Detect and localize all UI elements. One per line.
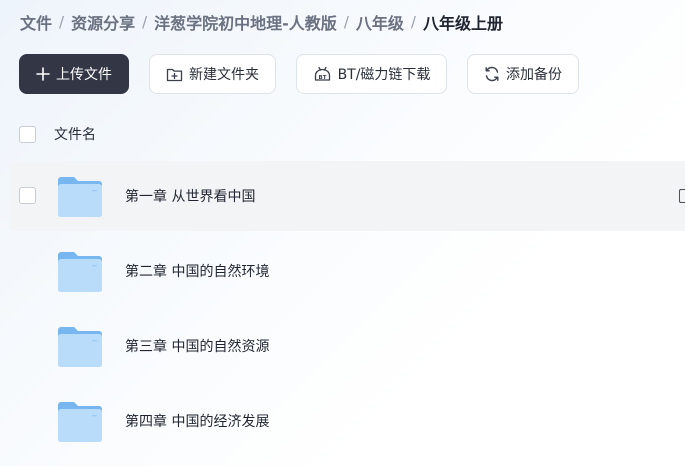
- bt-magnet-icon: BT: [314, 66, 330, 81]
- column-header-filename[interactable]: 文件名: [54, 124, 96, 144]
- file-name[interactable]: 第三章 中国的自然资源: [125, 336, 269, 356]
- folder-icon: [58, 327, 102, 367]
- svg-text:BT: BT: [318, 75, 326, 81]
- breadcrumb-separator: /: [59, 13, 65, 31]
- new-folder-button[interactable]: 新建文件夹: [149, 54, 276, 94]
- bt-magnet-download-button-label: BT/磁力链下载: [337, 67, 431, 83]
- file-list-header: 文件名: [19, 124, 96, 144]
- folder-icon: [58, 177, 102, 217]
- new-folder-button-label: 新建文件夹: [189, 67, 259, 83]
- breadcrumb-separator: /: [142, 13, 148, 31]
- file-row[interactable]: 第三章 中国的自然资源: [9, 311, 685, 381]
- breadcrumb-separator: /: [343, 13, 349, 31]
- upload-button-label: 上传文件: [56, 67, 112, 83]
- breadcrumb-separator: /: [410, 13, 416, 31]
- upload-button[interactable]: 上传文件: [19, 54, 129, 94]
- sync-backup-icon: [485, 66, 499, 82]
- select-all-checkbox[interactable]: [19, 125, 36, 143]
- breadcrumb-item-shared[interactable]: 资源分享: [71, 10, 135, 34]
- file-name[interactable]: 第一章 从世界看中国: [125, 186, 255, 206]
- breadcrumb-item-current: 八年级上册: [422, 14, 503, 33]
- file-row[interactable]: 第四章 中国的经济发展: [9, 386, 685, 456]
- breadcrumb-item-course[interactable]: 洋葱学院初中地理-人教版: [154, 10, 337, 34]
- add-backup-button[interactable]: 添加备份: [467, 54, 579, 94]
- file-row[interactable]: 第二章 中国的自然环境: [9, 236, 685, 306]
- breadcrumb-item-files[interactable]: 文件: [20, 10, 52, 34]
- bt-magnet-download-button[interactable]: BT BT/磁力链下载: [296, 54, 447, 94]
- plus-icon: [36, 67, 50, 81]
- file-name[interactable]: 第四章 中国的经济发展: [125, 411, 269, 431]
- new-folder-icon: [166, 68, 183, 81]
- file-name[interactable]: 第二章 中国的自然环境: [125, 261, 269, 281]
- folder-icon: [58, 252, 102, 292]
- breadcrumb-item-grade[interactable]: 八年级: [356, 10, 404, 34]
- file-row[interactable]: 第一章 从世界看中国: [9, 161, 685, 231]
- breadcrumb: 文件 / 资源分享 / 洋葱学院初中地理-人教版 / 八年级 / 八年级上册: [20, 10, 503, 34]
- folder-icon: [58, 402, 102, 442]
- row-checkbox[interactable]: [19, 187, 36, 204]
- row-action-icon[interactable]: [679, 189, 685, 203]
- add-backup-button-label: 添加备份: [506, 67, 562, 83]
